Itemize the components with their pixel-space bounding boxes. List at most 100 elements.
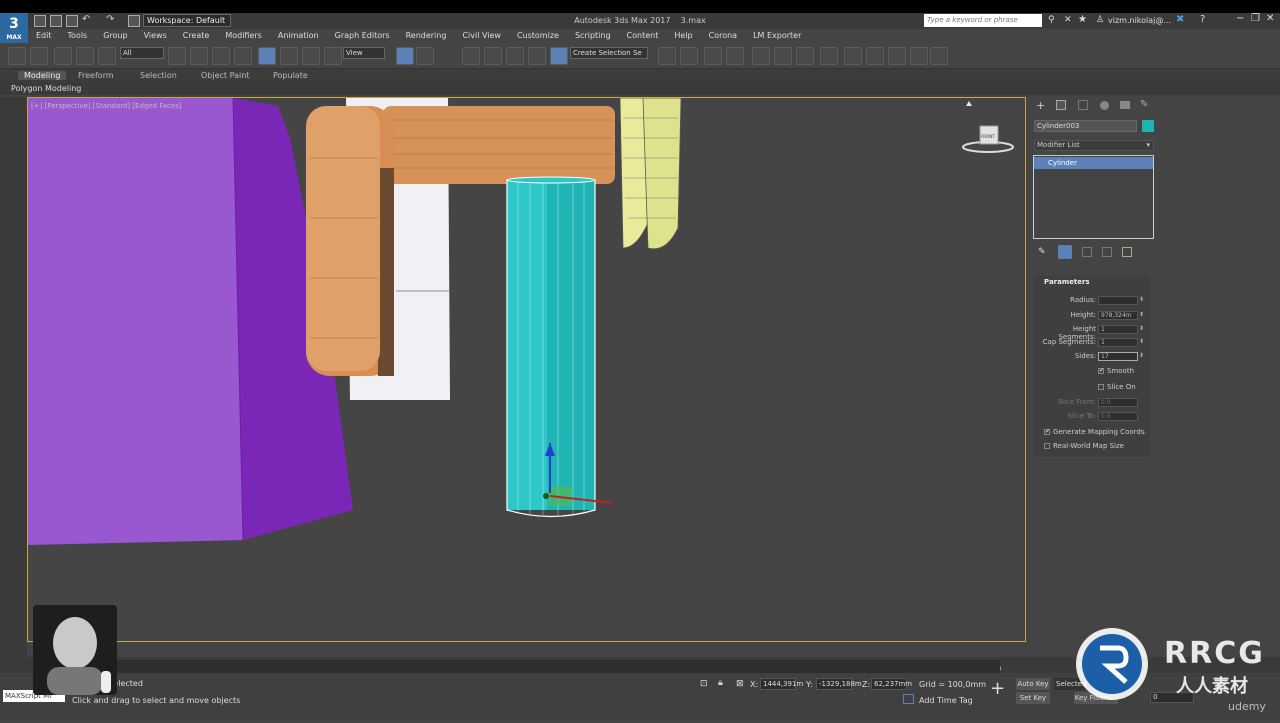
- mirror-icon[interactable]: [658, 47, 676, 65]
- height-spinner[interactable]: ⬍: [1139, 311, 1144, 318]
- render-icon[interactable]: [888, 47, 906, 65]
- z-coordinate-field[interactable]: 62,237mm: [871, 678, 912, 690]
- window-crossing-icon[interactable]: [234, 47, 252, 65]
- radius-input[interactable]: [1098, 296, 1138, 305]
- menu-item-animation[interactable]: Animation: [270, 29, 327, 43]
- rendered-frame-icon[interactable]: [866, 47, 884, 65]
- select-manipulate-icon[interactable]: [416, 47, 434, 65]
- stack-item-cylinder[interactable]: Cylinder: [1034, 157, 1153, 169]
- star-icon[interactable]: ★: [1078, 14, 1087, 25]
- menu-item-graph-editors[interactable]: Graph Editors: [327, 29, 398, 43]
- reference-coord-dropdown[interactable]: View: [343, 47, 385, 59]
- ribbon-tab-freeform[interactable]: Freeform: [78, 71, 114, 80]
- smooth-checkbox[interactable]: ✔ Smooth: [1098, 367, 1134, 375]
- object-color-swatch[interactable]: [1142, 120, 1154, 132]
- configure-sets-icon[interactable]: [1122, 247, 1132, 257]
- material-editor-icon[interactable]: [820, 47, 838, 65]
- add-time-tag[interactable]: Add Time Tag: [919, 696, 973, 705]
- key-mode-icon[interactable]: +: [990, 678, 1005, 699]
- workspace-dropdown[interactable]: Workspace: Default: [143, 14, 231, 27]
- autodesk-icon[interactable]: ✖: [1176, 14, 1184, 25]
- align-icon[interactable]: [680, 47, 698, 65]
- slice-from-input[interactable]: 0,0: [1098, 398, 1138, 407]
- time-tag-icon[interactable]: [903, 694, 914, 704]
- generate-mapping-checkbox[interactable]: ✔ Generate Mapping Coords.: [1044, 428, 1147, 436]
- keyboard-shortcut-icon[interactable]: [462, 47, 480, 65]
- select-rotate-icon[interactable]: [280, 47, 298, 65]
- menu-item-edit[interactable]: Edit: [28, 29, 60, 43]
- menu-item-help[interactable]: Help: [666, 29, 700, 43]
- menu-item-scripting[interactable]: Scripting: [567, 29, 619, 43]
- modify-tab-icon[interactable]: [1056, 100, 1066, 110]
- menu-item-create[interactable]: Create: [175, 29, 218, 43]
- select-move-icon[interactable]: [258, 47, 276, 65]
- lock-selection-icon[interactable]: 🔒︎: [718, 678, 723, 688]
- binoculars-icon[interactable]: ⚲: [1048, 15, 1055, 25]
- auto-key-button[interactable]: Auto Key: [1016, 678, 1050, 690]
- menu-item-content[interactable]: Content: [619, 29, 667, 43]
- utilities-tab-icon[interactable]: ✎: [1140, 99, 1148, 110]
- show-end-result-icon[interactable]: [1058, 245, 1072, 259]
- menu-item-lm-exporter[interactable]: LM Exporter: [745, 29, 809, 43]
- menu-item-tools[interactable]: Tools: [60, 29, 96, 43]
- modifier-stack[interactable]: Cylinder: [1033, 155, 1154, 239]
- percent-snap-icon[interactable]: [528, 47, 546, 65]
- select-scale-icon[interactable]: [302, 47, 320, 65]
- x-coordinate-field[interactable]: 1444,391m: [760, 678, 803, 690]
- layer-explorer-icon[interactable]: [726, 47, 744, 65]
- user-account[interactable]: vizm.nikolaj@...: [1108, 16, 1171, 25]
- pin-stack-icon[interactable]: ✎: [1038, 247, 1046, 257]
- bind-spacewarp-icon[interactable]: [98, 47, 116, 65]
- create-tab-icon[interactable]: +: [1036, 99, 1045, 112]
- remove-modifier-icon[interactable]: [1102, 247, 1112, 257]
- undo-icon[interactable]: ↶: [82, 14, 90, 25]
- schematic-view-icon[interactable]: [796, 47, 814, 65]
- render-setup-icon[interactable]: [844, 47, 862, 65]
- render-iterative-icon[interactable]: [910, 47, 928, 65]
- polygon-modeling-label[interactable]: Polygon Modeling: [11, 84, 81, 93]
- viewport-label[interactable]: [+] [Perspective] [Standard] [Edged Face…: [31, 102, 182, 110]
- hierarchy-tab-icon[interactable]: [1078, 100, 1088, 110]
- sides-spinner[interactable]: ⬍: [1139, 352, 1144, 359]
- height-input[interactable]: 978,324m: [1098, 311, 1138, 320]
- redo-icon[interactable]: ↷: [106, 14, 114, 25]
- user-icon[interactable]: ♙: [1096, 15, 1104, 25]
- ribbon-tab-populate[interactable]: Populate: [273, 71, 308, 80]
- viewcube-front-label[interactable]: FRONT: [981, 134, 995, 139]
- ribbon-tab-object-paint[interactable]: Object Paint: [201, 71, 249, 80]
- toggle-ribbon-icon[interactable]: [752, 47, 770, 65]
- unlink-icon[interactable]: [76, 47, 94, 65]
- y-coordinate-field[interactable]: -1329,188m: [816, 678, 862, 690]
- sides-input[interactable]: 17: [1098, 352, 1138, 361]
- cap-segments-spinner[interactable]: ⬍: [1139, 338, 1144, 345]
- set-key-button[interactable]: Set Key: [1016, 692, 1050, 704]
- toggle-layer-icon[interactable]: [704, 47, 722, 65]
- select-object-icon[interactable]: [168, 47, 186, 65]
- menu-item-views[interactable]: Views: [136, 29, 175, 43]
- menu-item-customize[interactable]: Customize: [509, 29, 567, 43]
- time-track[interactable]: [110, 660, 1000, 673]
- selection-filter-dropdown[interactable]: All: [120, 47, 164, 59]
- tools-icon[interactable]: ✕: [1064, 15, 1072, 25]
- save-file-icon[interactable]: [66, 15, 78, 27]
- motion-tab-icon[interactable]: [1100, 101, 1109, 110]
- perspective-viewport[interactable]: [+] [Perspective] [Standard] [Edged Face…: [27, 97, 1026, 642]
- select-by-name-icon[interactable]: [190, 47, 208, 65]
- object-name-field[interactable]: Cylinder003: [1034, 120, 1137, 132]
- spinner-snap-icon[interactable]: [550, 47, 568, 65]
- placement-icon[interactable]: [324, 47, 342, 65]
- redo-icon[interactable]: [30, 47, 48, 65]
- close-icon[interactable]: ✕: [1266, 13, 1274, 24]
- height-segments-input[interactable]: 1: [1098, 325, 1138, 334]
- minimize-icon[interactable]: −: [1236, 13, 1244, 24]
- absolute-mode-icon[interactable]: ⊠: [736, 679, 744, 689]
- menu-item-civil-view[interactable]: Civil View: [454, 29, 509, 43]
- rect-region-icon[interactable]: [212, 47, 230, 65]
- search-input[interactable]: Type a keyword or phrase: [924, 14, 1042, 27]
- make-unique-icon[interactable]: [1082, 247, 1092, 257]
- menu-item-group[interactable]: Group: [95, 29, 135, 43]
- use-pivot-icon[interactable]: [396, 47, 414, 65]
- radius-spinner[interactable]: ⬍: [1139, 296, 1144, 303]
- angle-snap-icon[interactable]: [506, 47, 524, 65]
- menu-item-modifiers[interactable]: Modifiers: [217, 29, 270, 43]
